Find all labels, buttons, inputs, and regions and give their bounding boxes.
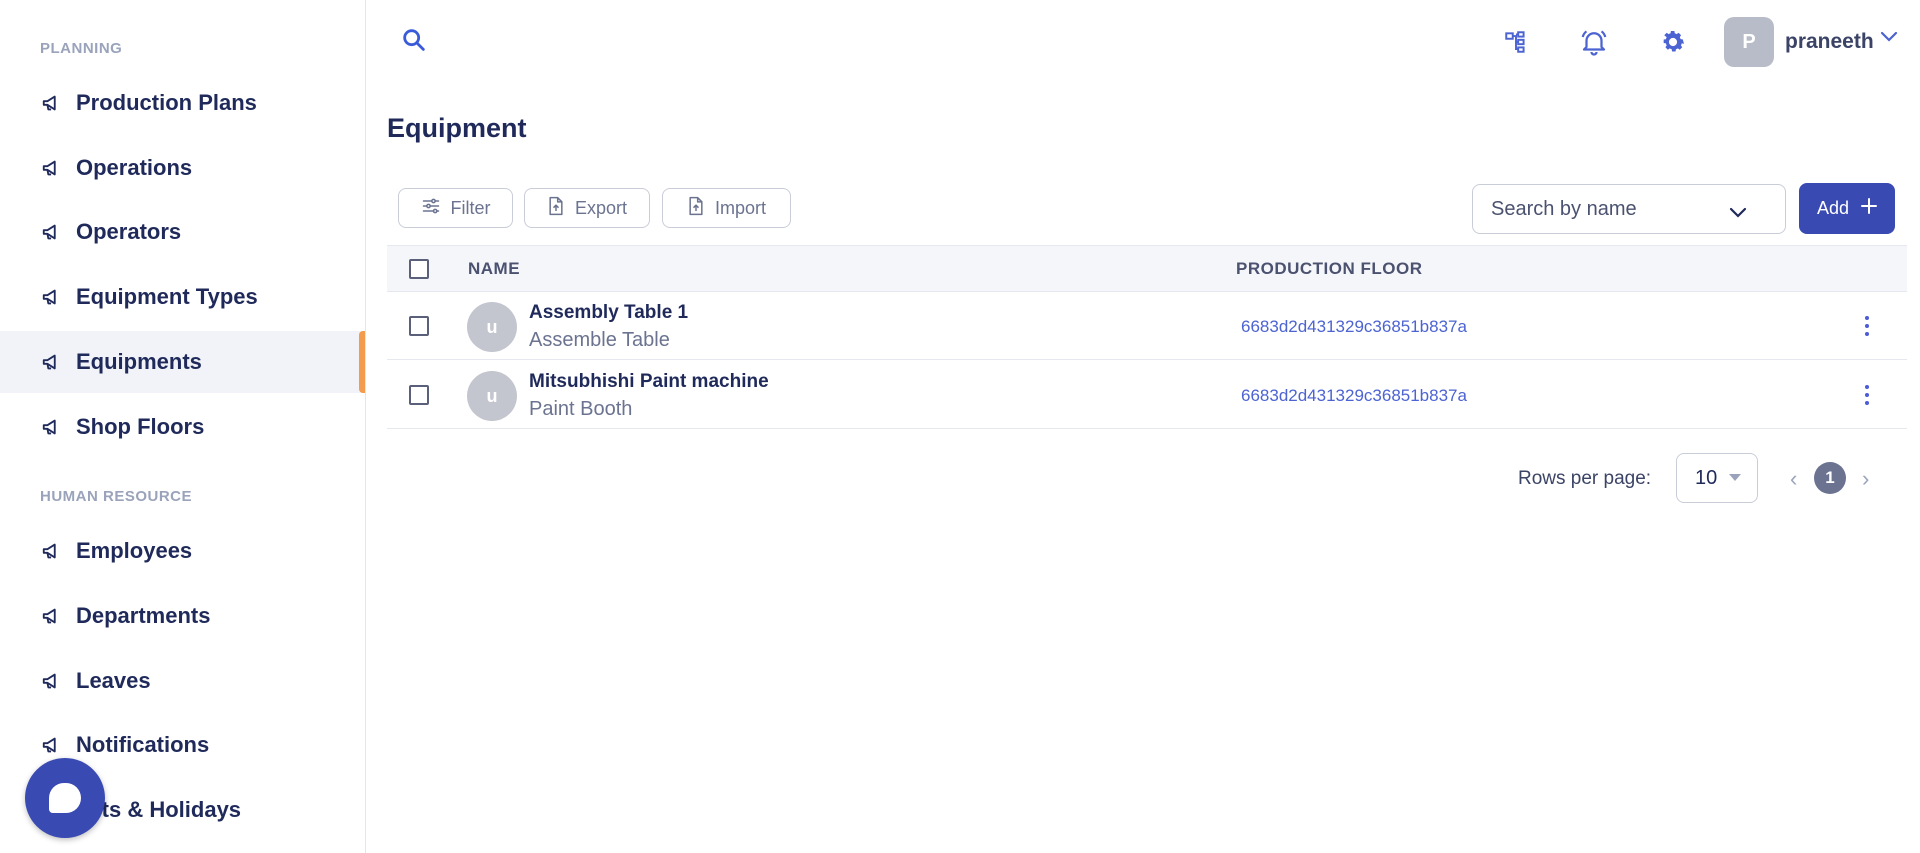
- section-title-human-resource: HUMAN RESOURCE: [40, 488, 193, 505]
- megaphone-icon: [40, 604, 64, 628]
- equipment-name[interactable]: Assembly Table 1: [529, 302, 688, 324]
- user-avatar[interactable]: P: [1724, 17, 1774, 67]
- export-button-label: Export: [574, 197, 628, 218]
- avatar: u: [467, 302, 517, 352]
- sidebar-item-equipment-types[interactable]: Equipment Types: [0, 266, 365, 328]
- chevron-down-icon[interactable]: [1880, 30, 1900, 46]
- section-title-planning: PLANNING: [40, 40, 123, 57]
- add-button-label: Add: [1816, 198, 1850, 218]
- sidebar-item-shop-floors[interactable]: Shop Floors: [0, 396, 365, 458]
- sidebar-item-label: Equipments: [76, 349, 202, 374]
- megaphone-icon: [40, 350, 64, 374]
- sidebar-item-label: Employees: [76, 538, 193, 563]
- chat-widget-button[interactable]: [25, 758, 105, 838]
- caret-down-icon: [1729, 474, 1741, 481]
- megaphone-icon: [40, 733, 64, 757]
- equipment-type: Assemble Table: [529, 329, 670, 351]
- megaphone-icon: [40, 156, 64, 180]
- table-row[interactable]: u Mitsubhishi Paint machine Paint Booth …: [387, 361, 1907, 429]
- megaphone-icon: [40, 220, 64, 244]
- sidebar-item-operators[interactable]: Operators: [0, 201, 365, 263]
- bell-icon[interactable]: [1578, 26, 1610, 58]
- column-header-production-floor[interactable]: PRODUCTION FLOOR: [1236, 259, 1423, 279]
- sidebar-item-label: Operations: [76, 155, 193, 180]
- hierarchy-icon[interactable]: [1500, 26, 1532, 58]
- rows-per-page-value: 10: [1695, 466, 1718, 489]
- sidebar-item-label: Leaves: [76, 668, 151, 693]
- sidebar-item-departments[interactable]: Departments: [0, 585, 365, 647]
- chevron-right-icon[interactable]: ›: [1862, 466, 1869, 492]
- megaphone-icon: [40, 669, 64, 693]
- add-button[interactable]: Add: [1799, 183, 1895, 234]
- megaphone-icon: [40, 285, 64, 309]
- equipment-name[interactable]: Mitsubhishi Paint machine: [529, 371, 769, 393]
- search-by-name-select[interactable]: Search by name: [1472, 184, 1786, 234]
- file-export-icon: [547, 196, 565, 221]
- row-checkbox[interactable]: [409, 316, 429, 336]
- sidebar-item-leaves[interactable]: Leaves: [0, 650, 365, 712]
- select-all-checkbox[interactable]: [409, 259, 429, 279]
- production-floor-link[interactable]: 6683d2d431329c36851b837a: [1241, 317, 1467, 337]
- table-header: NAME PRODUCTION FLOOR: [387, 245, 1907, 292]
- rows-per-page-label: Rows per page:: [1518, 468, 1652, 489]
- sliders-icon: [421, 196, 441, 221]
- megaphone-icon: [40, 415, 64, 439]
- gear-icon[interactable]: [1657, 26, 1689, 58]
- export-button[interactable]: Export: [524, 188, 650, 228]
- username[interactable]: praneeth: [1785, 30, 1874, 54]
- rows-per-page-select[interactable]: 10: [1676, 453, 1758, 503]
- import-button-label: Import: [714, 197, 766, 218]
- file-import-icon: [687, 196, 705, 221]
- sidebar-item-label: Departments: [76, 603, 211, 628]
- sidebar-item-production-plans[interactable]: Production Plans: [0, 72, 365, 134]
- sidebar-item-equipments[interactable]: Equipments: [0, 331, 365, 393]
- sidebar-item-label: Notifications: [76, 732, 210, 757]
- column-header-name[interactable]: NAME: [468, 259, 520, 279]
- plus-icon: [1861, 198, 1878, 219]
- sidebar: PLANNING Production Plans Operations Ope…: [0, 0, 366, 853]
- more-options-icon[interactable]: [1857, 381, 1877, 409]
- chat-icon: [49, 783, 81, 813]
- equipment-type: Paint Booth: [529, 398, 633, 420]
- chevron-down-icon: [1729, 202, 1747, 218]
- megaphone-icon: [40, 91, 64, 115]
- search-select-placeholder: Search by name: [1491, 197, 1637, 220]
- sidebar-item-label: Operators: [76, 219, 182, 244]
- row-checkbox[interactable]: [409, 385, 429, 405]
- import-button[interactable]: Import: [662, 188, 791, 228]
- sidebar-item-operations[interactable]: Operations: [0, 137, 365, 199]
- production-floor-link[interactable]: 6683d2d431329c36851b837a: [1241, 386, 1467, 406]
- table-row[interactable]: u Assembly Table 1 Assemble Table 6683d2…: [387, 292, 1907, 360]
- avatar: u: [467, 371, 517, 421]
- filter-button[interactable]: Filter: [398, 188, 513, 228]
- sidebar-item-employees[interactable]: Employees: [0, 520, 365, 582]
- sidebar-item-label: Shop Floors: [76, 414, 205, 439]
- chevron-left-icon[interactable]: ‹: [1790, 466, 1797, 492]
- page-title: Equipment: [387, 113, 527, 143]
- more-options-icon[interactable]: [1857, 312, 1877, 340]
- page-number-current[interactable]: 1: [1814, 462, 1846, 494]
- megaphone-icon: [40, 539, 64, 563]
- search-icon[interactable]: [400, 26, 430, 56]
- filter-button-label: Filter: [450, 197, 491, 218]
- sidebar-item-label: Production Plans: [76, 90, 257, 115]
- sidebar-item-label: Equipment Types: [76, 284, 258, 309]
